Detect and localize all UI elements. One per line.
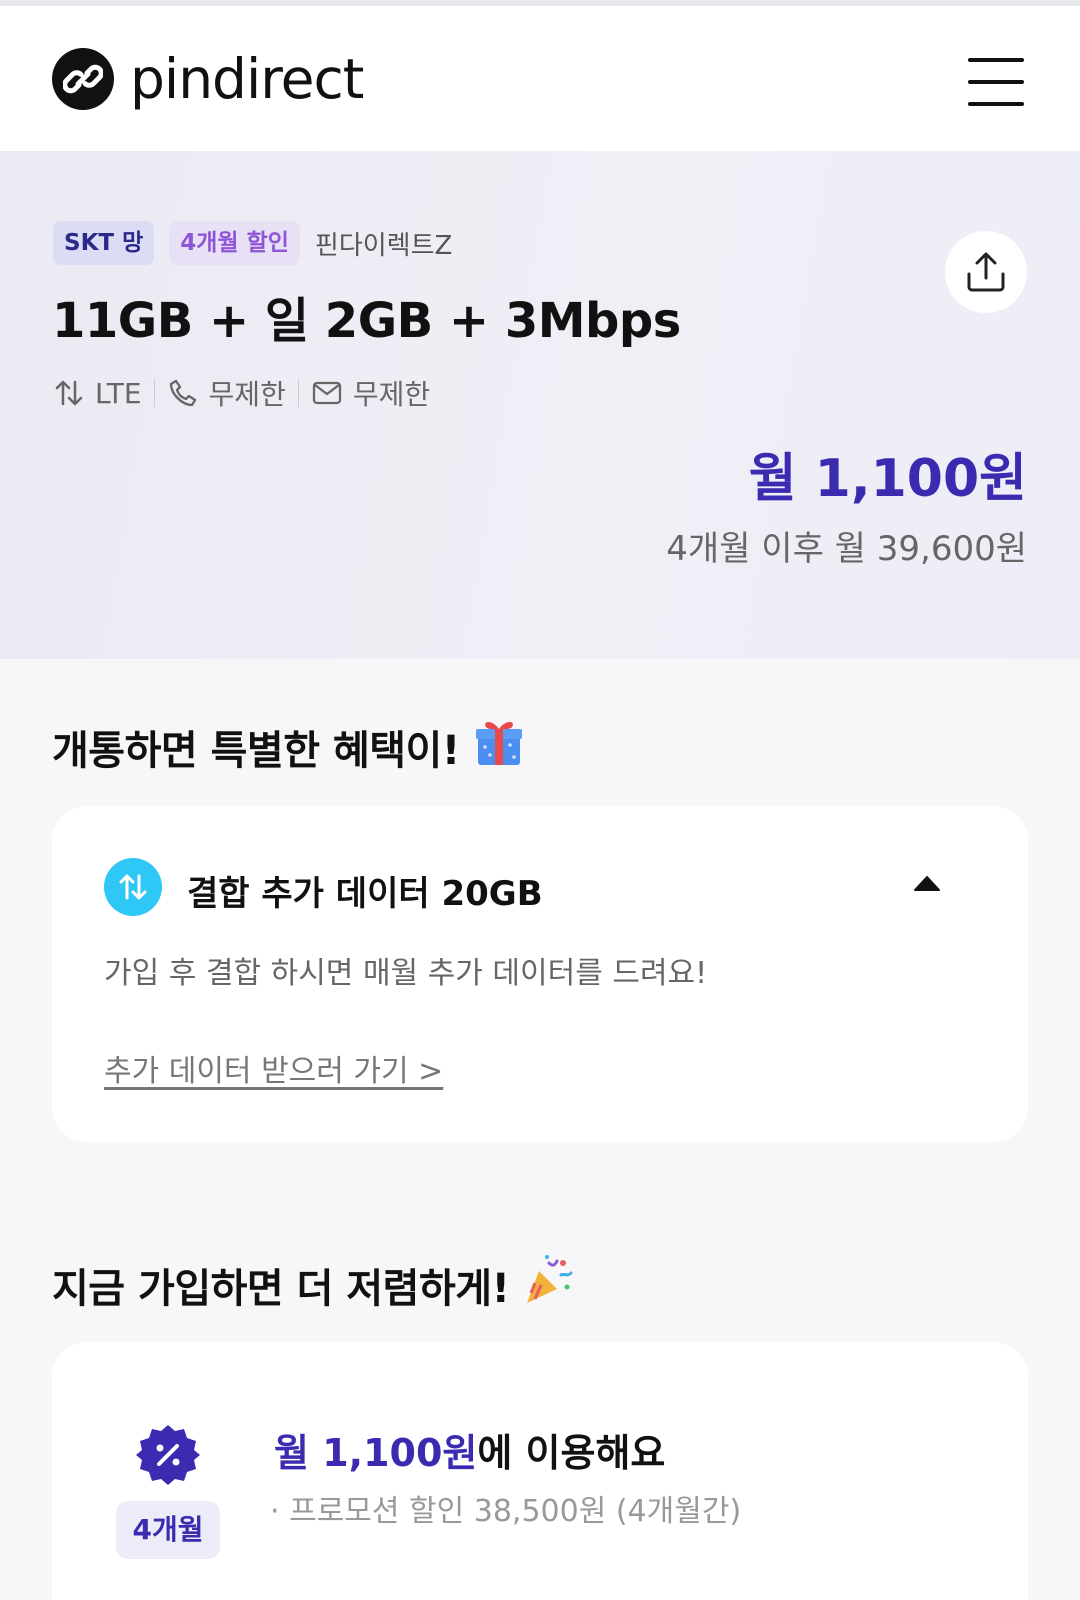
logo-link-icon [52, 48, 114, 110]
network-badge: SKT 망 [53, 221, 155, 265]
spec-voice-label: 무제한 [208, 378, 286, 411]
benefit-card: 결합 추가 데이터 20GB 가입 후 결합 하시면 매월 추가 데이터를 드려… [52, 806, 1028, 1142]
promo-section-title: 지금 가입하면 더 저렴하게! [52, 1253, 575, 1317]
share-icon [967, 252, 1005, 292]
promo-card: 4개월 월 1,100원에 이용해요 · 프로모션 할인 38,500원 (4개… [52, 1342, 1028, 1600]
message-icon [312, 381, 341, 405]
collapse-caret-icon[interactable] [912, 872, 942, 894]
spec-voice: 무제한 [167, 373, 286, 413]
carrier-name: 핀다이렉트Z [314, 230, 453, 261]
spec-network: LTE [53, 377, 142, 410]
spec-divider [297, 379, 299, 407]
discount-badge: 4개월 할인 [169, 221, 300, 265]
promo-price-line: 월 1,100원에 이용해요 [274, 1422, 665, 1477]
plan-summary: SKT 망 4개월 할인 핀다이렉트Z 11GB + 일 2GB + 3Mbps… [0, 151, 1080, 659]
discount-badge-icon [136, 1425, 200, 1485]
spec-message: 무제한 [311, 373, 430, 413]
party-popper-icon [521, 1253, 575, 1317]
gift-icon [472, 715, 526, 779]
phone-icon [169, 379, 196, 407]
benefit-section-title: 개통하면 특별한 혜택이! [52, 715, 526, 779]
benefit-title: 결합 추가 데이터 20GB [187, 874, 543, 914]
promo-price-suffix: 에 이용해요 [477, 1431, 666, 1475]
plan-badges: SKT 망 4개월 할인 핀다이렉트Z [53, 221, 452, 265]
monthly-price: 월 1,100원 [748, 449, 1027, 509]
price-after-promo: 4개월 이후 월 39,600원 [666, 529, 1027, 569]
app-header: pindirect [0, 6, 1080, 151]
promo-section-title-text: 지금 가입하면 더 저렴하게! [52, 1266, 510, 1312]
hamburger-menu-icon[interactable] [968, 58, 1024, 106]
plan-title: 11GB + 일 2GB + 3Mbps [52, 293, 681, 349]
extra-data-link[interactable]: 추가 데이터 받으러 가기 > [104, 1046, 443, 1090]
logo-text: pindirect [130, 46, 364, 111]
data-arrows-icon [55, 380, 83, 406]
promo-price: 월 1,100원 [274, 1431, 478, 1475]
promo-detail: · 프로모션 할인 38,500원 (4개월간) [270, 1494, 742, 1529]
benefit-section-title-text: 개통하면 특별한 혜택이! [52, 728, 460, 774]
promo-duration-chip: 4개월 [116, 1501, 220, 1559]
pindirect-logo[interactable]: pindirect [52, 46, 364, 112]
benefit-description: 가입 후 결합 하시면 매월 추가 데이터를 드려요! [104, 956, 708, 991]
spec-divider [153, 379, 155, 407]
share-button[interactable] [945, 231, 1027, 313]
data-exchange-icon [104, 858, 162, 916]
spec-network-label: LTE [95, 376, 142, 410]
spec-message-label: 무제한 [352, 378, 431, 411]
plan-specs: LTE 무제한 무제한 [53, 373, 430, 413]
